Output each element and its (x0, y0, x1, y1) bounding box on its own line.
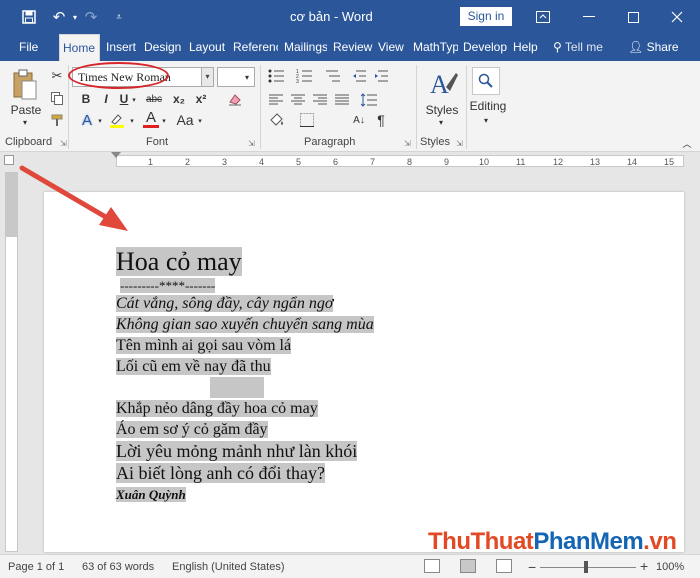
zoom-slider[interactable] (540, 567, 636, 568)
zoom-out-button[interactable]: − (528, 559, 536, 575)
word-count[interactable]: 63 of 63 words (82, 561, 154, 573)
print-layout-icon[interactable] (460, 559, 476, 573)
zoom-level[interactable]: 100% (656, 561, 684, 573)
watermark-logo: ThuThuatPhanMem.vn (428, 528, 677, 555)
zoom-in-button[interactable]: + (640, 558, 648, 574)
language[interactable]: English (United States) (172, 561, 285, 573)
read-mode-icon[interactable] (424, 559, 440, 573)
status-bar: Page 1 of 1 63 of 63 words English (Unit… (0, 554, 700, 578)
web-layout-icon[interactable] (496, 559, 512, 573)
page-count[interactable]: Page 1 of 1 (8, 561, 64, 573)
zoom-slider-thumb[interactable] (584, 561, 588, 573)
annotation-arrow (19, 165, 128, 231)
